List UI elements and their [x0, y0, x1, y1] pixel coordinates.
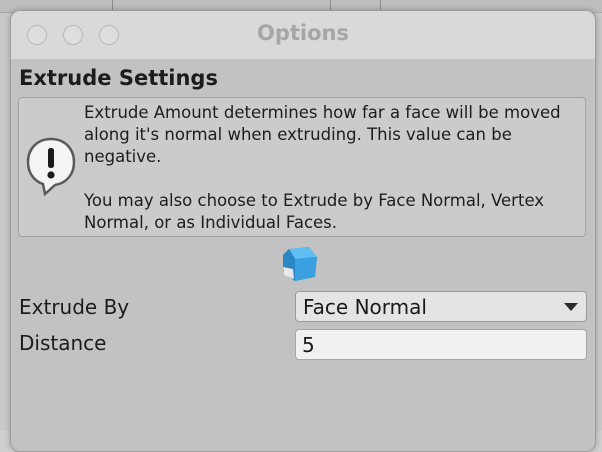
- chevron-down-icon: [564, 303, 578, 311]
- warning-icon: [26, 137, 76, 196]
- extrude-by-dropdown[interactable]: Face Normal: [295, 291, 587, 322]
- distance-label: Distance: [19, 331, 107, 355]
- help-text: Extrude Amount determines how far a face…: [84, 103, 561, 232]
- window-titlebar[interactable]: Options: [11, 11, 595, 59]
- options-window: Options Extrude Settings Extrude Amount …: [10, 10, 596, 452]
- extrude-cube-icon: [283, 247, 317, 281]
- extrude-by-value: Face Normal: [303, 295, 427, 319]
- help-box: Extrude Amount determines how far a face…: [18, 97, 586, 237]
- extrude-by-label: Extrude By: [19, 295, 130, 319]
- section-title: Extrude Settings: [19, 66, 218, 90]
- distance-field[interactable]: [295, 329, 587, 360]
- window-title: Options: [257, 21, 349, 45]
